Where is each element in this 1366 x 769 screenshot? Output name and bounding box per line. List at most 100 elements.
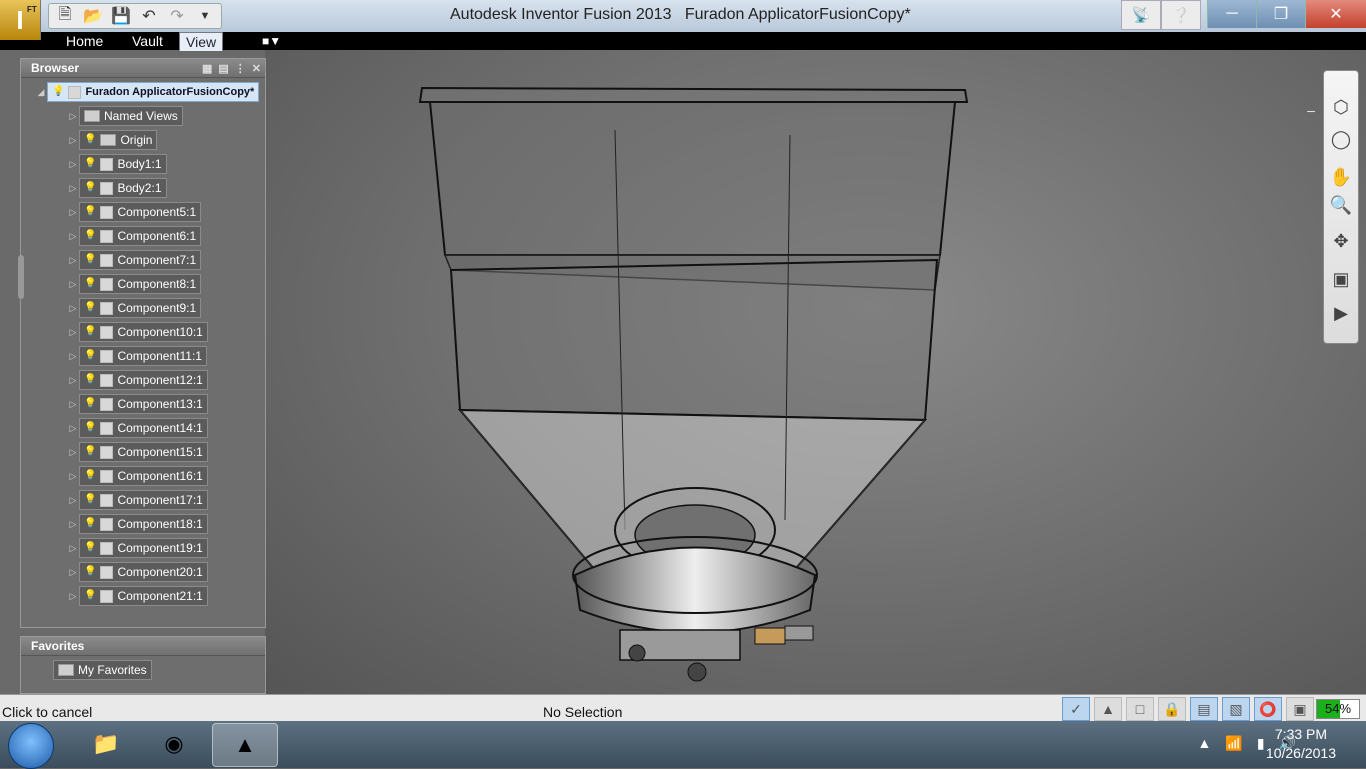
tree-item-chip[interactable]: 💡 Component8:1 [79, 274, 202, 294]
tree-item[interactable]: ▷ 💡 Component5:1 [67, 202, 202, 222]
help-icon[interactable]: ❔ [1161, 0, 1201, 30]
visibility-bulb-icon[interactable]: 💡 [84, 539, 96, 557]
visibility-bulb-icon[interactable]: 💡 [84, 467, 96, 485]
visibility-bulb-icon[interactable]: 💡 [84, 491, 96, 509]
expand-arrow-icon[interactable]: ▷ [67, 447, 79, 458]
tree-item[interactable]: ▷ 💡 Component14:1 [67, 418, 208, 438]
lock-icon[interactable]: 🔒 [1158, 697, 1186, 721]
tree-item[interactable]: ▷ 💡 Component16:1 [67, 466, 208, 486]
tree-item[interactable]: ▷ 💡 Component8:1 [67, 274, 202, 294]
favorites-item[interactable]: My Favorites [53, 660, 152, 680]
open-folder-icon[interactable]: 📂 [80, 4, 106, 28]
expand-arrow-icon[interactable]: ▷ [67, 399, 79, 410]
tree-item[interactable]: ▷ 💡 Body2:1 [67, 178, 167, 198]
tree-item[interactable]: ▷ 💡 Component7:1 [67, 250, 202, 270]
tree-item-chip[interactable]: 💡 Component13:1 [79, 394, 208, 414]
model-viewport[interactable]: ─ ❐ ✕ [265, 50, 1366, 694]
tree-item-chip[interactable]: 💡 Component7:1 [79, 250, 202, 270]
tab-vault[interactable]: Vault [126, 32, 169, 50]
tree-item-chip[interactable]: 💡 Component17:1 [79, 490, 208, 510]
tree-item[interactable]: ▷ Named Views [67, 106, 183, 126]
tree-item-chip[interactable]: 💡 Component6:1 [79, 226, 202, 246]
shadow-icon[interactable]: ⭕ [1254, 697, 1282, 721]
tree-item[interactable]: ▷ 💡 Component13:1 [67, 394, 208, 414]
visibility-bulb-icon[interactable]: 💡 [84, 515, 96, 533]
tree-item-chip[interactable]: 💡 Component18:1 [79, 514, 208, 534]
visibility-bulb-icon[interactable]: 💡 [84, 299, 96, 317]
visibility-bulb-icon[interactable]: 💡 [84, 419, 96, 437]
tree-item[interactable]: ▷ 💡 Component19:1 [67, 538, 208, 558]
tree-item[interactable]: ▷ 💡 Component11:1 [67, 346, 207, 366]
hide-icon[interactable]: ▲ [1094, 697, 1122, 721]
browser-scrollbar[interactable] [18, 255, 24, 299]
clock[interactable]: 7:33 PM 10/26/2013 [1266, 725, 1336, 763]
battery-icon[interactable]: ▮ [1257, 735, 1265, 752]
application-menu-button[interactable]: I FT [0, 0, 41, 40]
visibility-bulb-icon[interactable]: 💡 [84, 371, 96, 389]
visibility-bulb-icon[interactable]: 💡 [84, 275, 96, 293]
close-icon[interactable]: ✕ [1305, 0, 1366, 28]
tree-item-chip[interactable]: Named Views [79, 106, 183, 126]
minimize-icon[interactable]: ─ [1207, 0, 1256, 28]
visibility-bulb-icon[interactable]: 💡 [84, 179, 96, 197]
expand-arrow-icon[interactable]: ▷ [67, 471, 79, 482]
tree-item[interactable]: ▷ 💡 Component18:1 [67, 514, 208, 534]
root-node-chip[interactable]: 💡 Furadon ApplicatorFusionCopy* [47, 82, 260, 102]
display-style-icon[interactable]: ▣ [1286, 697, 1314, 721]
autodesk-inventor-fusion-icon[interactable]: ▲ [212, 723, 278, 767]
visibility-bulb-icon[interactable]: 💡 [84, 251, 96, 269]
steering-wheel-icon[interactable]: ◯ [1324, 129, 1358, 150]
expand-arrow-icon[interactable]: ▷ [67, 183, 79, 194]
tree-item-chip[interactable]: 💡 Component20:1 [79, 562, 208, 582]
tree-item-chip[interactable]: 💡 Body2:1 [79, 178, 167, 198]
viewcube-icon[interactable]: ⬡ [1324, 97, 1358, 118]
ribbon-dropdown-icon[interactable]: ■▼ [262, 34, 281, 48]
tree-item[interactable]: ▷ 💡 Body1:1 [67, 154, 167, 174]
tree-item-chip[interactable]: 💡 Component16:1 [79, 466, 208, 486]
visibility-bulb-icon[interactable]: 💡 [84, 131, 96, 149]
expand-arrow-icon[interactable]: ▷ [67, 495, 79, 506]
tree-item[interactable]: ▷ 💡 Component17:1 [67, 490, 208, 510]
tree-item-chip[interactable]: 💡 Body1:1 [79, 154, 167, 174]
visibility-bulb-icon[interactable]: 💡 [84, 155, 96, 173]
zoom-icon[interactable]: 🔍 [1324, 195, 1358, 216]
tree-item-chip[interactable]: 💡 Component19:1 [79, 538, 208, 558]
expand-arrow-icon[interactable]: ▷ [67, 111, 79, 122]
expand-icon[interactable]: ▦ [202, 60, 212, 78]
show-hidden-icons-icon[interactable]: ▲ [1198, 735, 1212, 752]
expand-arrow-icon[interactable]: ▷ [67, 159, 79, 170]
pan-hand-icon[interactable]: ✋ [1324, 167, 1358, 188]
visibility-bulb-icon[interactable]: 💡 [84, 395, 96, 413]
tree-item[interactable]: ▷ 💡 Origin [67, 130, 158, 150]
tree-root[interactable]: ◢ 💡 Furadon ApplicatorFusionCopy* [35, 82, 260, 102]
favorites-chip[interactable]: My Favorites [53, 660, 152, 680]
window-select-icon[interactable]: ▤ [1190, 697, 1218, 721]
google-chrome-icon[interactable]: ◉ [142, 723, 206, 765]
network-icon[interactable]: 📶 [1225, 735, 1242, 752]
expand-arrow-icon[interactable]: ▷ [67, 543, 79, 554]
tree-item-chip[interactable]: 💡 Component10:1 [79, 322, 208, 342]
tab-home[interactable]: Home [60, 32, 109, 50]
visibility-bulb-icon[interactable]: 💡 [84, 203, 96, 221]
collapse-arrow-icon[interactable]: ◢ [35, 87, 47, 98]
tree-item-chip[interactable]: 💡 Component12:1 [79, 370, 208, 390]
ground-plane-icon[interactable]: ▧ [1222, 697, 1250, 721]
visibility-bulb-icon[interactable]: 💡 [84, 587, 96, 605]
look-at-icon[interactable]: ▣ [1324, 269, 1358, 290]
browser-close-icon[interactable]: ✕ [252, 60, 261, 78]
tree-item-chip[interactable]: 💡 Component15:1 [79, 442, 208, 462]
redo-icon[interactable]: ↷ [164, 4, 190, 28]
tree-item-chip[interactable]: 💡 Component9:1 [79, 298, 202, 318]
tree-item-chip[interactable]: 💡 Component21:1 [79, 586, 208, 606]
expand-arrow-icon[interactable]: ▷ [67, 279, 79, 290]
undo-icon[interactable]: ↶ [136, 4, 162, 28]
tree-item[interactable]: ▷ 💡 Component15:1 [67, 442, 208, 462]
tree-item[interactable]: ▷ 💡 Component20:1 [67, 562, 208, 582]
vp-minimize-icon[interactable]: ─ [1307, 106, 1315, 119]
expand-arrow-icon[interactable]: ▷ [67, 255, 79, 266]
qat-dropdown-icon[interactable]: ▼ [192, 4, 218, 28]
options-icon[interactable]: ⋮ [235, 60, 246, 78]
expand-arrow-icon[interactable]: ▷ [67, 519, 79, 530]
tree-item-chip[interactable]: 💡 Origin [79, 130, 158, 150]
expand-arrow-icon[interactable]: ▷ [67, 375, 79, 386]
